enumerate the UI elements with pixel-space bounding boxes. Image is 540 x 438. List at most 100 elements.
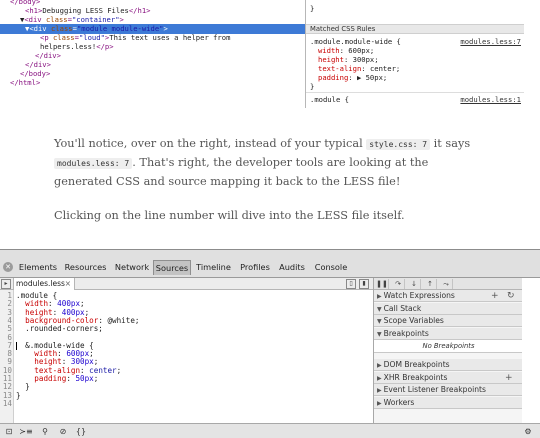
- debugger-toolbar: ❚❚ ↷ ↓ ↑ ⤳: [374, 278, 523, 290]
- pane-breakpoints[interactable]: ▼ Breakpoints: [374, 327, 523, 340]
- settings-icon[interactable]: ⚙: [521, 426, 535, 438]
- pane-watch-expressions[interactable]: ▶ Watch Expressions + ↻: [374, 290, 523, 302]
- navigator-toggle-icon[interactable]: ▸: [1, 279, 11, 289]
- dom-token: Debugging LESS Files: [42, 6, 129, 15]
- search-icon[interactable]: ⚲: [38, 426, 52, 438]
- dom-token: class: [50, 24, 73, 33]
- pause-icon[interactable]: ❚❚: [376, 279, 389, 289]
- rule-selector: .module.module-wide {: [310, 37, 401, 46]
- disclosure-collapsed-icon[interactable]: ▶: [377, 293, 382, 300]
- devtools-status-bar: ⊡ ≻≡ ⚲ ⊘ {} ⚙: [0, 423, 540, 438]
- tab-resources[interactable]: Resources: [60, 260, 111, 275]
- source-link-modules-less-1[interactable]: modules.less:1: [460, 95, 521, 104]
- disclosure-expanded-icon[interactable]: ▼: [377, 318, 382, 325]
- dom-token: <p: [40, 33, 53, 42]
- step-out-icon[interactable]: ↑: [424, 279, 437, 289]
- pane-call-stack[interactable]: ▼ Call Stack: [374, 302, 523, 315]
- css-declaration[interactable]: height: 300px;: [318, 55, 379, 64]
- disclosure-collapsed-icon[interactable]: ▶: [377, 400, 382, 407]
- pane-label: Watch Expressions: [383, 291, 455, 300]
- pane-scope-variables[interactable]: ▼ Scope Variables: [374, 315, 523, 327]
- pane-label: Scope Variables: [383, 316, 444, 325]
- deactivate-breakpoints-icon[interactable]: ⤳: [440, 279, 453, 289]
- pane-workers[interactable]: ▶ Workers: [374, 396, 523, 409]
- dom-tree: </body> <h1>Debugging LESS Files</h1> ▼<di…: [0, 0, 305, 108]
- add-icon[interactable]: +: [505, 372, 513, 384]
- dom-token: <div: [29, 24, 51, 33]
- pretty-print-icon[interactable]: {}: [74, 426, 88, 438]
- elements-panel-screenshot: </body> <h1>Debugging LESS Files</h1> ▼<di…: [0, 0, 540, 108]
- disclosure-expanded-icon[interactable]: ▼: [377, 331, 382, 338]
- dom-token: </body>: [20, 69, 51, 78]
- dom-token: "loud": [78, 33, 105, 42]
- article-paragraph: You'll notice, over on the right, instea…: [54, 135, 484, 191]
- line-number-gutter[interactable]: 1 2 3 4 5 6 7 8 9 10 11 12 13 14: [0, 290, 14, 423]
- tab-timeline[interactable]: Timeline: [191, 260, 236, 275]
- close-icon[interactable]: ×: [65, 278, 71, 290]
- tab-network[interactable]: Network: [111, 260, 153, 275]
- pane-label: XHR Breakpoints: [383, 372, 448, 382]
- dom-token: "container": [71, 15, 120, 24]
- toggle-sidebar-icon[interactable]: ▮: [359, 279, 369, 289]
- disclosure-collapsed-icon[interactable]: ▶: [377, 362, 382, 369]
- pane-label: Event Listener Breakpoints: [383, 385, 486, 394]
- pause-exceptions-icon[interactable]: ⊘: [56, 426, 70, 438]
- pane-xhr-breakpoints[interactable]: ▶ XHR Breakpoints +: [374, 371, 523, 384]
- add-icon[interactable]: +: [491, 290, 499, 302]
- code-token: }: [16, 390, 21, 400]
- dom-token: class: [45, 15, 68, 24]
- css-property-name: text-align: [318, 64, 362, 73]
- tab-profiles[interactable]: Profiles: [236, 260, 274, 275]
- split-view-icon[interactable]: ▯: [346, 279, 356, 289]
- disclosure-collapsed-icon[interactable]: ▶: [377, 387, 382, 394]
- line-number[interactable]: 14: [0, 399, 12, 408]
- article-paragraph: Clicking on the line number will dive in…: [54, 209, 405, 222]
- code-line[interactable]: }: [16, 390, 21, 400]
- tab-audits[interactable]: Audits: [274, 260, 310, 275]
- pane-label: DOM Breakpoints: [383, 360, 450, 369]
- paragraph-text: You'll notice, over on the right, instea…: [54, 137, 367, 150]
- rule-close-brace: }: [310, 82, 315, 91]
- refresh-icon[interactable]: ↻: [507, 290, 515, 302]
- pane-event-listener-breakpoints[interactable]: ▶ Event Listener Breakpoints: [374, 384, 523, 396]
- devtools-window: ✕ Elements Resources Network Sources Timelin…: [0, 249, 540, 438]
- css-declaration[interactable]: text-align: center;: [318, 64, 400, 73]
- css-property-value: 300px;: [352, 55, 379, 64]
- text-caret: [16, 341, 17, 350]
- tab-console[interactable]: Console: [310, 260, 352, 275]
- pane-label: Breakpoints: [383, 328, 429, 338]
- code-token: ;: [93, 374, 99, 383]
- disclosure-collapsed-icon[interactable]: ▶: [377, 375, 382, 382]
- code-line[interactable]: .rounded-corners;: [16, 325, 103, 333]
- step-into-icon[interactable]: ↓: [408, 279, 421, 289]
- dom-token: <h1>: [25, 6, 43, 15]
- css-property-value: 600px;: [348, 46, 375, 55]
- console-icon[interactable]: ≻≡: [19, 426, 33, 438]
- source-link-modules-less-7[interactable]: modules.less:7: [460, 37, 521, 46]
- matched-css-rules-header: Matched CSS Rules: [306, 24, 524, 34]
- dom-node[interactable]: </html>: [0, 78, 305, 88]
- dom-token: </p>: [96, 42, 114, 51]
- dock-icon[interactable]: ⊡: [2, 426, 16, 438]
- css-property-name: width: [318, 46, 340, 55]
- tab-sources[interactable]: Sources: [153, 260, 191, 275]
- file-tab-modules-less[interactable]: modules.less ×: [13, 278, 75, 290]
- step-over-icon[interactable]: ↷: [392, 279, 405, 289]
- css-property-name: height: [318, 55, 344, 64]
- pane-dom-breakpoints[interactable]: ▶ DOM Breakpoints: [374, 359, 523, 371]
- devtools-tab-bar: ✕ Elements Resources Network Sources Timelin…: [0, 250, 540, 278]
- tab-elements[interactable]: Elements: [16, 260, 60, 275]
- css-property-name: padding: [318, 73, 349, 82]
- css-declaration[interactable]: width: 600px;: [318, 46, 374, 55]
- dom-token: </html>: [10, 78, 41, 87]
- code-editor[interactable]: 1 2 3 4 5 6 7 8 9 10 11 12 13 14 .module { width: 400…: [0, 290, 373, 423]
- pane-label: Call Stack: [383, 303, 422, 313]
- code-token: ;: [116, 365, 122, 375]
- dom-token: This text uses a helper from: [109, 33, 231, 42]
- close-icon[interactable]: ✕: [3, 262, 13, 272]
- rule-selector: .module {: [310, 95, 349, 104]
- code-token: .rounded-corners;: [16, 324, 103, 334]
- dom-token: </h1>: [128, 6, 151, 15]
- disclosure-expanded-icon[interactable]: ▼: [377, 306, 382, 313]
- css-declaration[interactable]: padding: ▶ 50px;: [318, 73, 387, 82]
